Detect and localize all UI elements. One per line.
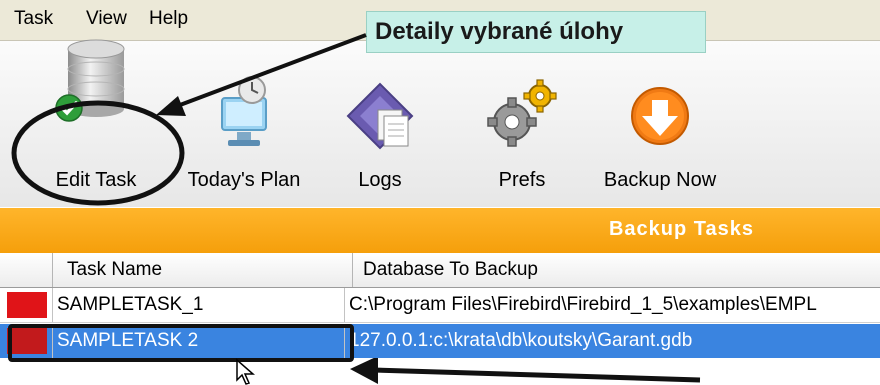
table-row[interactable]: SAMPLETASK_1 C:\Program Files\Firebird\F… [0,288,880,323]
banner-title: Backup Tasks [608,218,754,240]
database-cell: C:\Program Files\Firebird\Firebird_1_5\e… [344,288,880,322]
backup-tasks-banner: Backup Tasks [0,208,880,253]
column-task-name[interactable]: Task Name [52,253,359,287]
task-name-cell: SAMPLETASK_1 [52,288,347,322]
database-cell: 127.0.0.1:c:\krata\db\koutsky\Garant.gdb [344,324,880,358]
mouse-cursor-icon [236,358,255,385]
table-header: Task Name Database To Backup [0,253,880,288]
column-database[interactable]: Database To Backup [352,253,880,287]
selection-highlight-box [8,324,354,362]
status-indicator [7,292,47,318]
